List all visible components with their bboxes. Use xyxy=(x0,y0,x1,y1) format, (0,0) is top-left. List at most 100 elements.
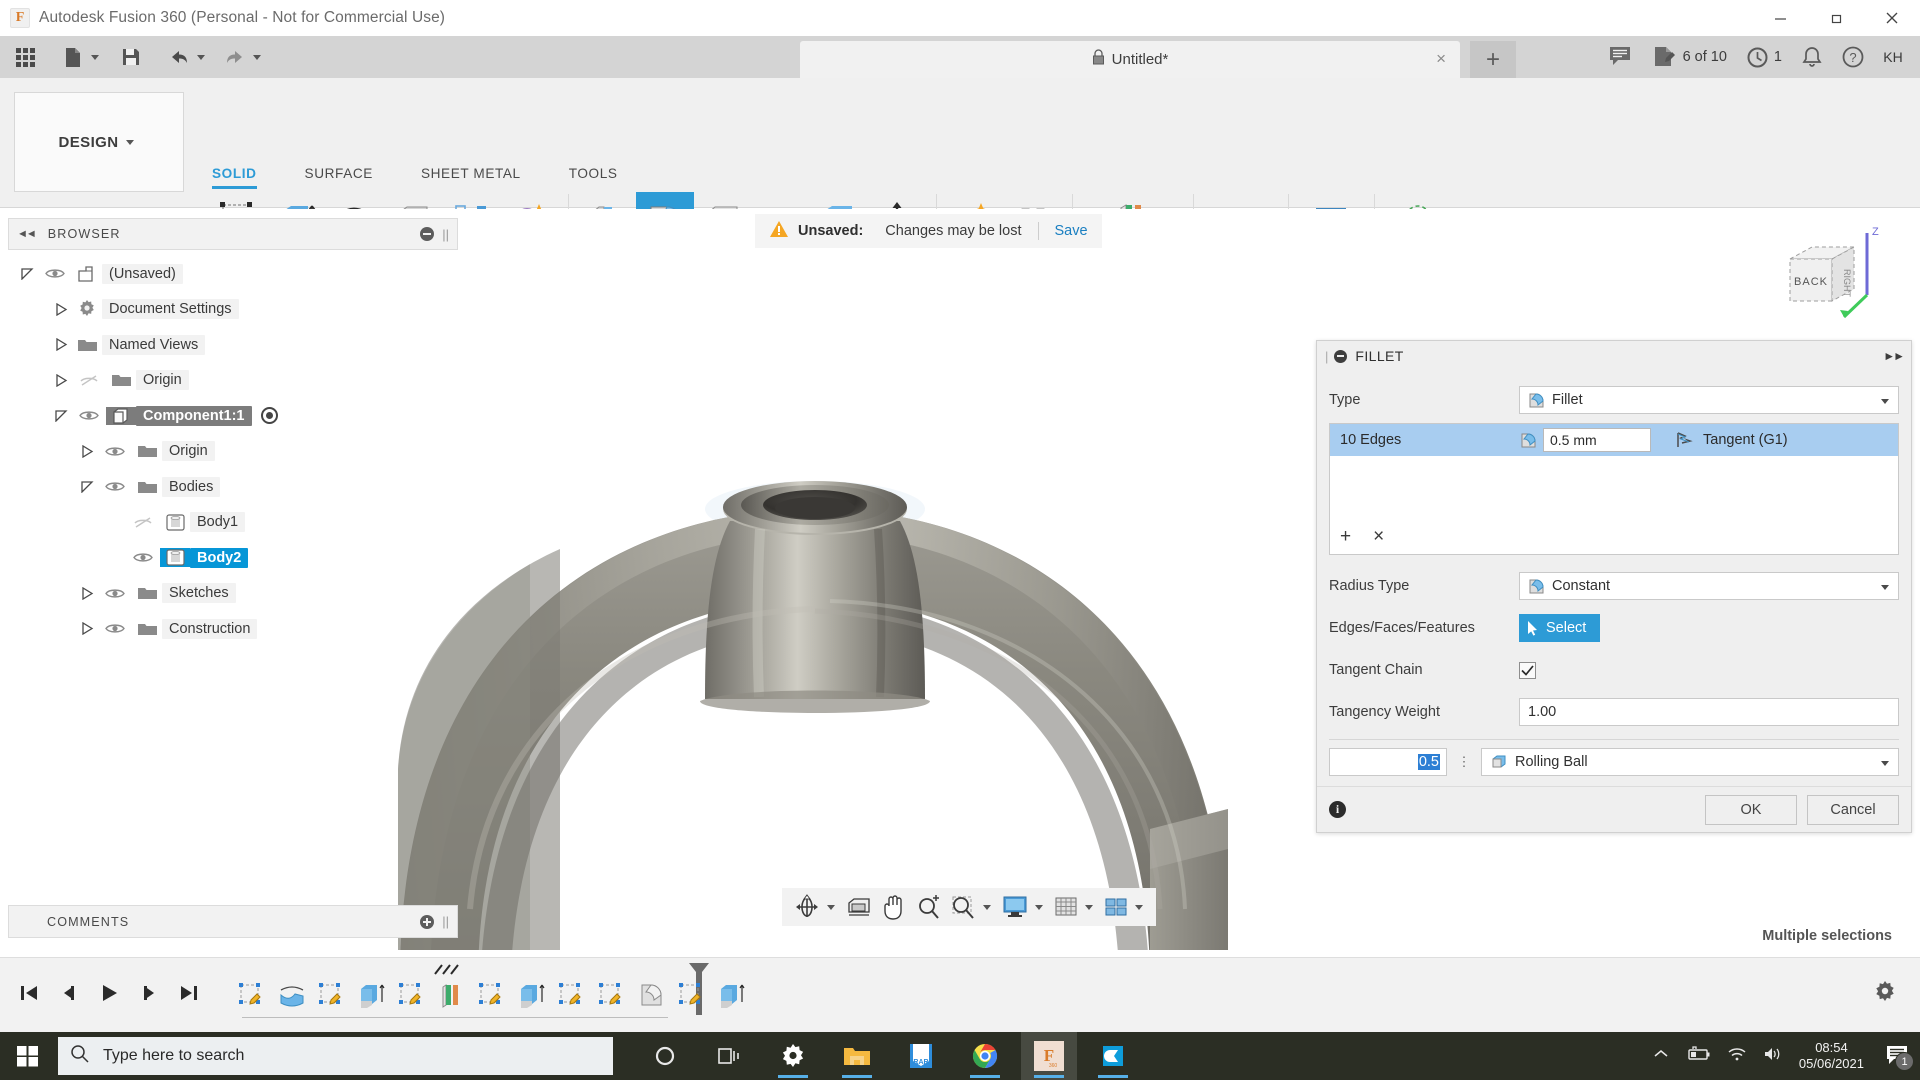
timeline-feature-sketch[interactable] xyxy=(476,974,508,1016)
avatar[interactable]: KH xyxy=(1878,42,1908,72)
save-link[interactable]: Save xyxy=(1055,223,1088,239)
ok-button[interactable]: OK xyxy=(1705,795,1797,825)
grid-apps-icon[interactable] xyxy=(8,41,42,73)
pan-icon[interactable] xyxy=(878,891,910,923)
bell-icon[interactable] xyxy=(1792,36,1832,78)
go-to-beginning-icon[interactable] xyxy=(18,983,40,1008)
timeline-settings-gear-icon[interactable] xyxy=(1872,980,1898,1011)
minus-circle-icon[interactable] xyxy=(420,227,434,241)
plus-circle-icon[interactable] xyxy=(420,915,434,929)
expand-right-icon[interactable]: ►► xyxy=(1883,349,1903,363)
twisty-closed-icon[interactable] xyxy=(50,303,72,316)
visibility-eye-icon[interactable] xyxy=(72,409,106,422)
fillet-radius-input[interactable]: 0.5 xyxy=(1329,748,1447,776)
look-at-icon[interactable] xyxy=(842,891,876,923)
orbit-icon[interactable] xyxy=(790,891,824,923)
minus-circle-icon[interactable] xyxy=(1334,350,1347,363)
tab-solid[interactable]: SOLID xyxy=(210,166,259,189)
tree-item-construction[interactable]: Construction xyxy=(8,611,458,647)
timeline-feature-fillet[interactable] xyxy=(636,974,668,1016)
panel-resize-handle[interactable]: || xyxy=(442,914,449,929)
settings-icon[interactable] xyxy=(765,1032,821,1080)
twisty-open-icon[interactable] xyxy=(50,409,72,422)
grid-snaps-dropdown-icon[interactable] xyxy=(1085,905,1093,910)
timeline-track[interactable] xyxy=(236,960,716,1030)
fillet-type-select[interactable]: Fillet xyxy=(1519,386,1899,414)
fillet-edge-radius-input[interactable]: 0.5 mm xyxy=(1543,428,1651,452)
info-icon[interactable]: i xyxy=(1329,801,1346,818)
zoom-window-dropdown-icon[interactable] xyxy=(983,905,991,910)
timeline-feature-extrude[interactable] xyxy=(516,974,548,1016)
viewports-dropdown-icon[interactable] xyxy=(1135,905,1143,910)
close-button[interactable] xyxy=(1864,0,1920,36)
visibility-eye-icon[interactable] xyxy=(126,551,160,564)
visibility-eye-icon[interactable] xyxy=(98,445,132,458)
display-settings-dropdown-icon[interactable] xyxy=(1035,905,1043,910)
remove-selection-button[interactable]: × xyxy=(1373,526,1384,548)
tree-item-origin-comp[interactable]: Origin xyxy=(8,434,458,470)
fillet-edge-continuity[interactable]: Tangent (G1) xyxy=(1675,431,1788,449)
windows-start-icon[interactable] xyxy=(0,1032,56,1080)
camtasia-icon[interactable] xyxy=(1085,1032,1141,1080)
new-document-tab-button[interactable]: + xyxy=(1470,41,1516,78)
step-back-icon[interactable] xyxy=(58,983,80,1008)
twisty-closed-icon[interactable] xyxy=(76,622,98,635)
maximize-button[interactable] xyxy=(1808,0,1864,36)
fillet-dialog[interactable]: | FILLET ►► Type Fillet xyxy=(1316,340,1912,833)
wifi-icon[interactable] xyxy=(1727,1046,1747,1067)
timeline-feature-sketch[interactable] xyxy=(396,974,428,1016)
fillet-edge-list[interactable]: 10 Edges 0.5 mm Tangent (G1) + × xyxy=(1329,423,1899,555)
minimize-button[interactable] xyxy=(1752,0,1808,36)
timeline-feature-plane[interactable] xyxy=(436,974,468,1016)
visibility-hidden-icon[interactable] xyxy=(126,516,160,529)
fillet-dialog-header[interactable]: | FILLET ►► xyxy=(1317,341,1911,371)
display-settings-icon[interactable] xyxy=(998,891,1032,923)
document-tab[interactable]: Untitled* × xyxy=(800,41,1460,78)
fillet-edge-row[interactable]: 10 Edges 0.5 mm Tangent (G1) xyxy=(1330,424,1898,456)
zoom-icon[interactable] xyxy=(912,891,945,923)
tree-item-body2[interactable]: Body2 xyxy=(8,540,458,576)
battery-charging-icon[interactable] xyxy=(1685,1046,1711,1067)
view-cube[interactable]: BACK RIGHT Z xyxy=(1772,225,1892,335)
new-file-icon[interactable] xyxy=(56,41,90,73)
undo-icon[interactable] xyxy=(162,41,196,73)
twisty-closed-icon[interactable] xyxy=(76,445,98,458)
chrome-icon[interactable] xyxy=(957,1032,1013,1080)
tab-surface[interactable]: SURFACE xyxy=(303,166,375,189)
corner-type-select[interactable]: Rolling Ball xyxy=(1481,748,1899,776)
cancel-button[interactable]: Cancel xyxy=(1807,795,1899,825)
visibility-hidden-icon[interactable] xyxy=(72,374,106,387)
orbit-dropdown-icon[interactable] xyxy=(827,905,835,910)
add-selection-button[interactable]: + xyxy=(1340,526,1351,548)
select-button[interactable]: Select xyxy=(1519,614,1600,642)
tree-item-body1[interactable]: Body1 xyxy=(8,505,458,541)
search-input[interactable]: Type here to search xyxy=(58,1037,613,1075)
go-to-end-icon[interactable] xyxy=(178,983,200,1008)
timeline-feature-revolve[interactable] xyxy=(276,974,308,1016)
visibility-eye-icon[interactable] xyxy=(98,587,132,600)
tree-item-sketches[interactable]: Sketches xyxy=(8,576,458,612)
comment-icon[interactable] xyxy=(1599,36,1643,78)
zoom-window-icon[interactable] xyxy=(947,891,980,923)
tangency-weight-input[interactable]: 1.00 xyxy=(1519,698,1899,726)
tree-item-document-settings[interactable]: Document Settings xyxy=(8,292,458,328)
tree-item-component1[interactable]: Component1:1 xyxy=(8,398,458,434)
redo-icon[interactable] xyxy=(218,41,252,73)
tab-sheet-metal[interactable]: SHEET METAL xyxy=(419,166,523,189)
timeline-feature-extrude[interactable] xyxy=(716,974,748,1016)
clock[interactable]: 08:54 05/06/2021 xyxy=(1799,1040,1864,1072)
workspace-switcher[interactable]: DESIGN xyxy=(14,92,184,192)
tab-tools[interactable]: TOOLS xyxy=(567,166,620,189)
twisty-open-icon[interactable] xyxy=(76,480,98,493)
radius-type-select[interactable]: Constant xyxy=(1519,572,1899,600)
twisty-closed-icon[interactable] xyxy=(76,587,98,600)
undo-dropdown-icon[interactable] xyxy=(197,55,205,60)
timeline-feature-sketch[interactable] xyxy=(596,974,628,1016)
timeline-feature-sketch[interactable] xyxy=(236,974,268,1016)
twisty-closed-icon[interactable] xyxy=(50,338,72,351)
viewports-icon[interactable] xyxy=(1100,891,1132,923)
winrar-icon[interactable]: RAR xyxy=(893,1032,949,1080)
play-icon[interactable] xyxy=(98,983,120,1008)
twisty-closed-icon[interactable] xyxy=(50,374,72,387)
redo-dropdown-icon[interactable] xyxy=(253,55,261,60)
